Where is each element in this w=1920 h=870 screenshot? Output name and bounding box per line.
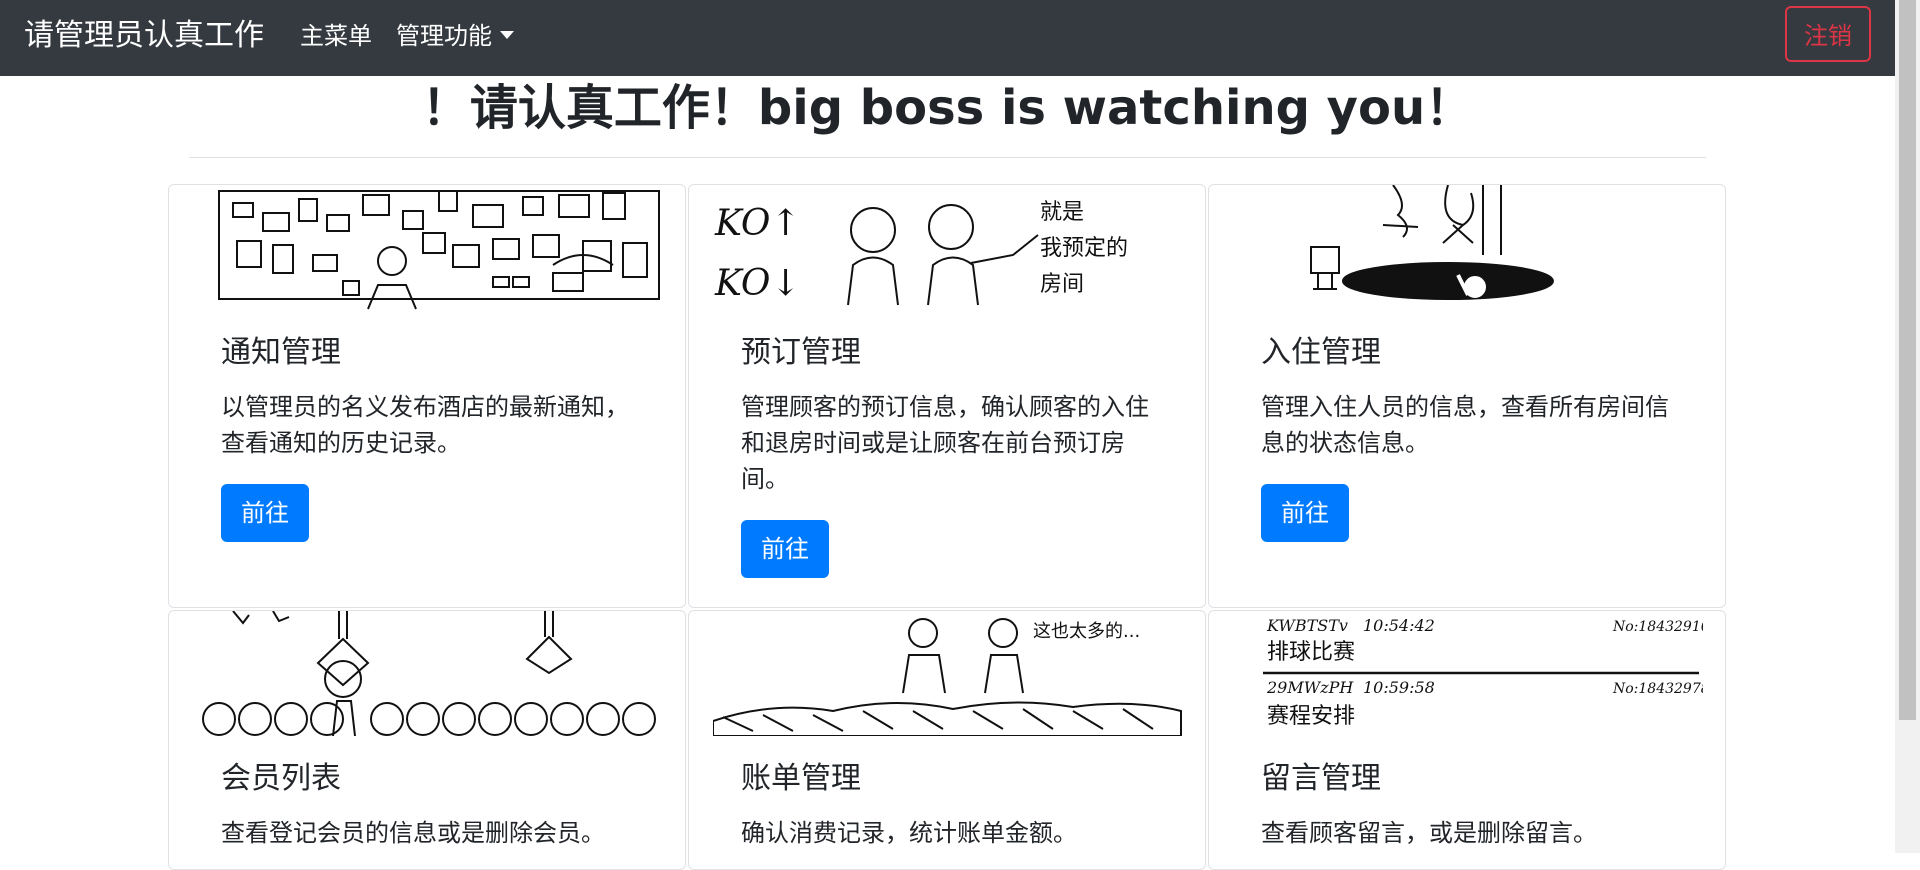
my-booking-text: 我预定的 bbox=[1040, 236, 1128, 261]
card-checkin: 入住管理 管理入住人员的信息，查看所有房间信息的状态信息。 前往 bbox=[1208, 184, 1726, 608]
booking-illustration: KO↑ KO↓ 就是 我预定的 房间 bbox=[714, 200, 1128, 306]
card-text: 确认消费记录，统计账单金额。 bbox=[741, 819, 1077, 847]
message-id-1: KWBTSTv bbox=[1266, 616, 1348, 635]
message-id-2: 29MWzPH bbox=[1266, 678, 1354, 697]
chevron-down-icon bbox=[500, 31, 514, 39]
ko-down-text: KO↓ bbox=[714, 263, 801, 304]
brand-title[interactable]: 请管理员认真工作 bbox=[24, 16, 264, 56]
goto-button[interactable]: 前往 bbox=[741, 520, 829, 578]
card-text: 查看登记会员的信息或是删除会员。 bbox=[221, 819, 605, 847]
ko-up-text: KO↑ bbox=[714, 203, 801, 244]
goto-button[interactable]: 前往 bbox=[221, 484, 309, 542]
card-text: 管理入住人员的信息，查看所有房间信息的状态信息。 bbox=[1261, 393, 1669, 457]
top-navbar: 请管理员认真工作 主菜单 管理功能 注销 bbox=[0, 0, 1895, 76]
checkin-illustration bbox=[1310, 185, 1554, 300]
message-subject-1: 排球比赛 bbox=[1267, 640, 1355, 665]
card-title: 会员列表 bbox=[221, 761, 341, 796]
card-title: 留言管理 bbox=[1261, 761, 1381, 796]
members-illustration bbox=[202, 611, 656, 736]
room-text: 房间 bbox=[1040, 272, 1084, 297]
just-it-text: 就是 bbox=[1040, 200, 1084, 225]
card-members: 会员列表 查看登记会员的信息或是删除会员。 bbox=[168, 610, 686, 870]
scrollbar-thumb[interactable] bbox=[1899, 0, 1916, 720]
notice-board-illustration bbox=[218, 190, 660, 310]
page-headline: ！请认真工作！big boss is watching you！ bbox=[421, 80, 1474, 136]
too-much-text: 这也太多的... bbox=[1033, 621, 1140, 642]
logout-button[interactable]: 注销 bbox=[1785, 6, 1871, 62]
card-title: 预订管理 bbox=[741, 335, 861, 370]
card-title: 通知管理 bbox=[221, 335, 341, 370]
card-billing: 这也太多的... 账单管理 确认消费记录，统计账单金额。 bbox=[688, 610, 1206, 870]
card-booking: KO↑ KO↓ 就是 我预定的 房间 预订管理 管理顾客的预订信息，确认顾客的入… bbox=[688, 184, 1206, 608]
card-title: 账单管理 bbox=[741, 761, 861, 796]
divider bbox=[189, 157, 1706, 158]
message-time-1: 10:54:42 bbox=[1363, 616, 1435, 635]
message-no-1: No:18432910 bbox=[1612, 619, 1703, 635]
billing-illustration: 这也太多的... bbox=[713, 618, 1182, 736]
card-text: 查看顾客留言，或是删除留言。 bbox=[1261, 819, 1597, 847]
card-notice: 通知管理 以管理员的名义发布酒店的最新通知，查看通知的历史记录。 前往 bbox=[168, 184, 686, 608]
messages-illustration: KWBTSTv 10:54:42 No:18432910 排球比赛 29MWzP… bbox=[1263, 616, 1703, 729]
message-time-2: 10:59:58 bbox=[1363, 678, 1435, 697]
message-subject-2: 赛程安排 bbox=[1267, 704, 1355, 729]
card-text: 以管理员的名义发布酒店的最新通知，查看通知的历史记录。 bbox=[221, 393, 629, 457]
nav-manage-dropdown[interactable]: 管理功能 bbox=[396, 18, 514, 54]
card-messages: KWBTSTv 10:54:42 No:18432910 排球比赛 29MWzP… bbox=[1208, 610, 1726, 870]
card-title: 入住管理 bbox=[1261, 335, 1381, 370]
nav-manage-label: 管理功能 bbox=[396, 22, 492, 50]
message-no-2: No:18432978 bbox=[1612, 681, 1703, 697]
goto-button[interactable]: 前往 bbox=[1261, 484, 1349, 542]
card-text: 管理顾客的预订信息，确认顾客的入住和退房时间或是让顾客在前台预订房间。 bbox=[741, 393, 1149, 493]
nav-home-link[interactable]: 主菜单 bbox=[300, 18, 372, 54]
